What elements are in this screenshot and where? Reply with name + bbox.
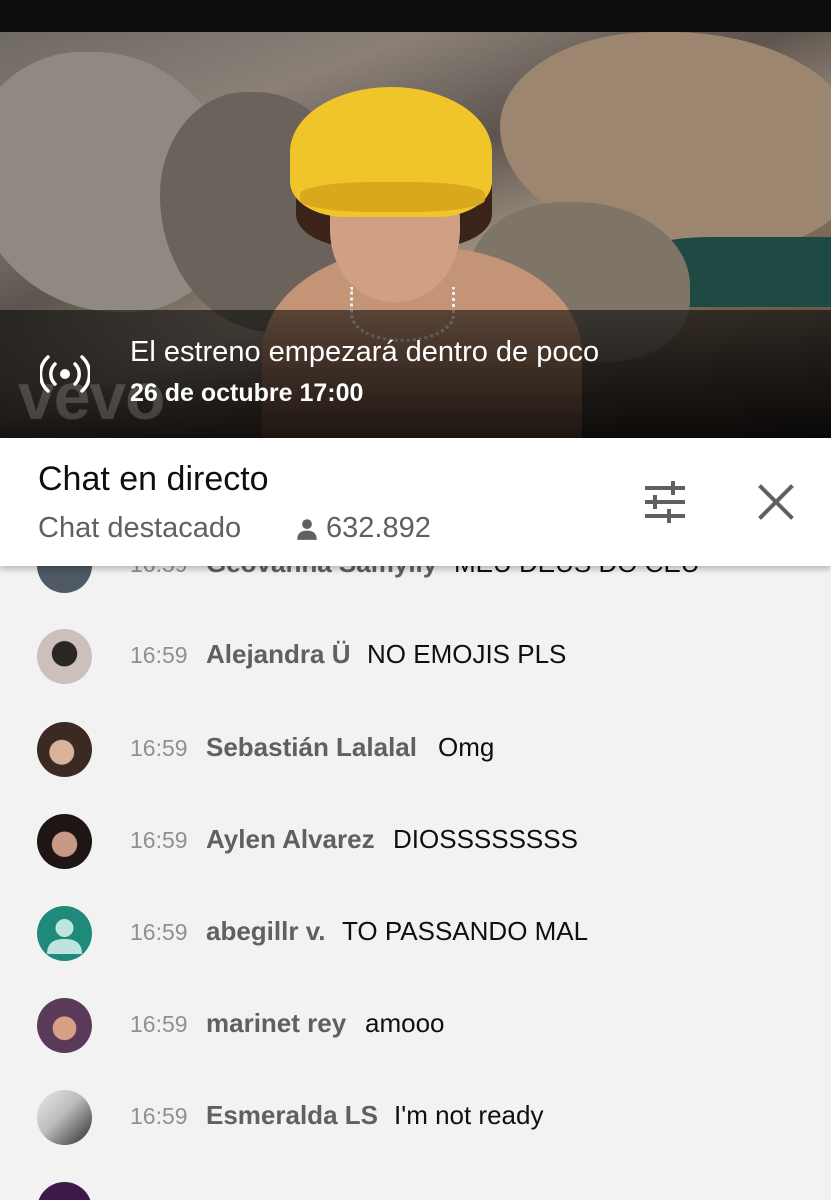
close-icon — [758, 484, 794, 520]
message-text: TO PASSANDO MAL — [342, 916, 589, 946]
chat-message-list[interactable]: 16:59 Geovanna Samylly MEU DEUS DO CÉU 1… — [0, 566, 831, 1200]
avatar[interactable] — [37, 566, 92, 593]
sliders-icon — [645, 481, 685, 523]
viewer-count-value: 632.892 — [326, 512, 431, 544]
message-time: 16:59 — [130, 827, 188, 853]
premiere-title: El estreno empezará dentro de poco — [130, 336, 600, 368]
broadcast-icon — [40, 355, 90, 393]
message-author[interactable]: Aylen Alvarez — [206, 824, 375, 855]
filter-button[interactable] — [638, 478, 692, 526]
message-text: amooo — [365, 1008, 445, 1038]
message-author[interactable]: Sebastián Lalalal — [206, 732, 417, 763]
message-text: I'm not ready — [394, 1100, 544, 1130]
message-text: NO EMOJIS PLS — [367, 639, 567, 669]
avatar[interactable] — [37, 629, 92, 684]
avatar[interactable] — [37, 722, 92, 777]
chat-title: Chat en directo — [38, 460, 269, 498]
chat-message: 16:59 Sebastián Lalalal Omg — [0, 704, 831, 796]
close-chat-button[interactable] — [750, 478, 802, 526]
chat-message: 16:59 Aylen Alvarez DIOSSSSSSSS — [0, 796, 831, 888]
avatar[interactable] — [37, 1182, 92, 1200]
chat-message: 16:59 Esmeralda LS I'm not ready — [0, 1072, 831, 1164]
message-author[interactable]: abegillr v. — [206, 916, 325, 947]
message-time: 16:59 — [130, 919, 188, 945]
message-time: 16:59 — [130, 566, 188, 578]
chat-message: 16:59 Geovanna Samylly MEU DEUS DO CÉU — [0, 566, 831, 612]
message-time: 16:59 — [130, 1011, 188, 1037]
chat-message: 16:59 Alejandra Ü NO EMOJIS PLS — [0, 611, 831, 703]
avatar[interactable] — [37, 814, 92, 869]
message-author[interactable]: Esmeralda LS — [206, 1100, 378, 1131]
chat-header: Chat en directo Chat destacado 632.892 — [0, 438, 831, 566]
viewer-count: 632.892 — [294, 512, 431, 545]
chat-mode-dropdown[interactable]: Chat destacado — [38, 512, 241, 545]
status-bar — [0, 0, 831, 32]
message-text: Omg — [438, 732, 495, 762]
message-time: 16:59 — [130, 735, 188, 761]
message-time: 16:59 — [130, 1103, 188, 1129]
message-author[interactable]: Alejandra Ü — [206, 639, 351, 670]
yellow-hat-brim — [300, 182, 485, 212]
message-author[interactable]: marinet rey — [206, 1008, 346, 1039]
message-author[interactable]: Geovanna Samylly — [206, 566, 437, 579]
premiere-date: 26 de octubre 17:00 — [130, 379, 364, 407]
chat-message — [0, 1164, 831, 1200]
message-text: MEU DEUS DO CÉU — [454, 566, 700, 579]
message-text: DIOSSSSSSSS — [393, 824, 578, 854]
default-avatar-icon — [47, 919, 82, 954]
chat-message: 16:59 abegillr v. TO PASSANDO MAL — [0, 888, 831, 980]
person-icon — [297, 518, 317, 540]
message-time: 16:59 — [130, 642, 188, 668]
avatar[interactable] — [37, 998, 92, 1053]
chat-message: 16:59 marinet rey amooo — [0, 980, 831, 1072]
avatar[interactable] — [37, 1090, 92, 1145]
avatar[interactable] — [37, 906, 92, 961]
